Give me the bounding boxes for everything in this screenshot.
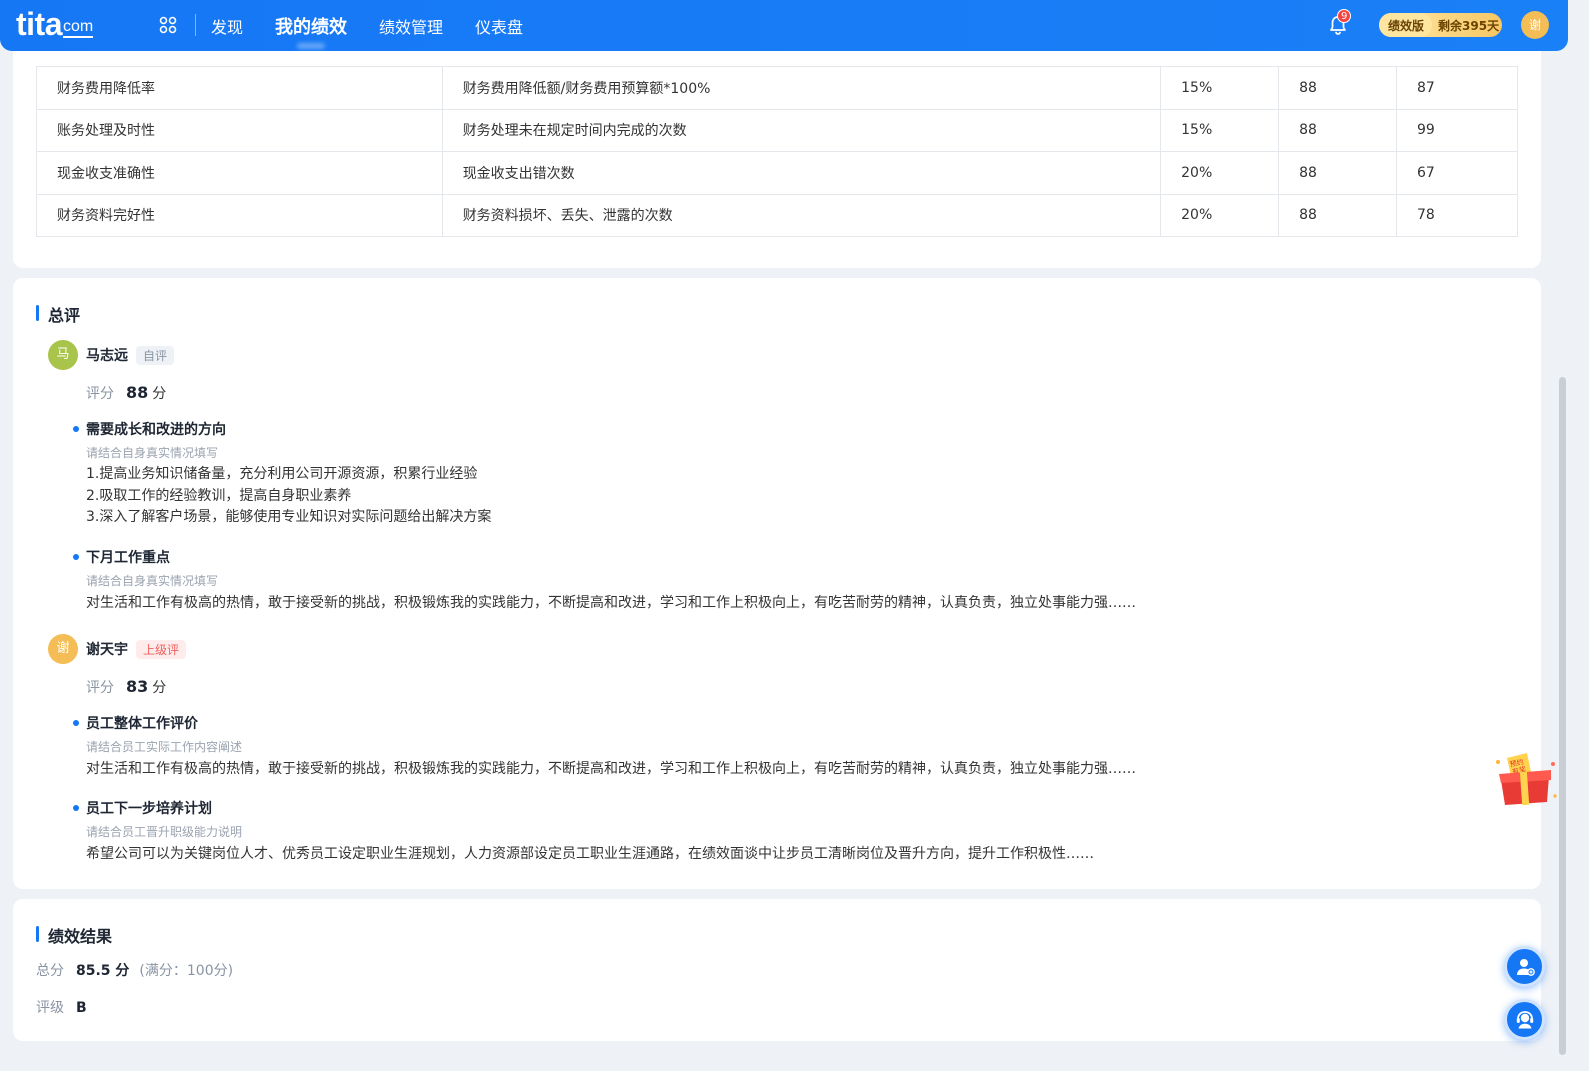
kpi-cell-name: 财务费用降低率 [36, 66, 443, 110]
performance-result-card: 绩效结果 总分 85.5 分 (满分：100分) 评级 B [13, 899, 1541, 1041]
score-label: 评分 [86, 386, 114, 402]
kpi-cell-name: 财务资料完好性 [36, 193, 443, 237]
self-review-tag: 自评 [136, 345, 175, 365]
question-hint: 请结合员工晋升职级能力说明 [86, 825, 243, 839]
grade-value: B [76, 1000, 87, 1016]
tita-logo[interactable]: tita com [16, 6, 94, 42]
kpi-cell-target: 88 [1278, 151, 1398, 195]
answer-line: 1.提高业务知识储备量，充分利用公司开源资源，积累行业经验 [86, 466, 478, 482]
superior-score: 评分 83 分 [86, 677, 166, 697]
table-row: 现金收支准确性 现金收支出错次数 20% 88 67 [36, 151, 1518, 195]
kpi-cell-score: 78 [1396, 193, 1518, 237]
answer-text: 1.提高业务知识储备量，充分利用公司开源资源，积累行业经验 2.吸取工作的经验教… [86, 464, 491, 529]
user-avatar[interactable]: 谢 [1521, 11, 1549, 39]
gift-promo-icon[interactable]: 预约 有奖 [1493, 752, 1559, 808]
overall-review-card: 总评 马 马志远 自评 评分 88 分 需要成长和改进的方向 请结合自身真实情况… [13, 278, 1541, 889]
score-label: 评分 [86, 680, 114, 696]
answer-text: 希望公司可以为关键岗位人才、优秀员工设定职业生涯规划，人力资源部设定员工职业生涯… [86, 846, 1094, 862]
reviewer-name: 马志远 [86, 348, 128, 364]
grade-row: 评级 B [36, 997, 87, 1017]
kpi-cell-weight: 15% [1160, 66, 1280, 110]
kpi-cell-weight: 20% [1160, 193, 1280, 237]
answer-text: 对生活和工作有极高的热情，敢于接受新的挑战，积极锻炼我的实践能力，不断提高和改进… [86, 595, 1136, 611]
superior-reviewer: 谢 谢天宇 上级评 [48, 634, 187, 664]
answer-text: 对生活和工作有极高的热情，敢于接受新的挑战，积极锻炼我的实践能力，不断提高和改进… [86, 761, 1136, 777]
nav-my-performance[interactable]: 我的绩效 [275, 13, 347, 39]
kpi-cell-weight: 20% [1160, 151, 1280, 195]
kpi-cell-score: 67 [1396, 151, 1518, 195]
question-title: 员工整体工作评价 [73, 713, 198, 733]
kpi-cell-formula: 财务费用降低额/财务费用预算额*100% [441, 66, 1162, 110]
kpi-cell-formula: 现金收支出错次数 [441, 151, 1162, 195]
kpi-table-card: 财务费用降低率 财务费用降低额/财务费用预算额*100% 15% 88 87 账务处理及时… [13, 40, 1541, 268]
scrollbar-thumb[interactable] [1559, 377, 1566, 1055]
table-row: 账务处理及时性 财务处理未在规定时间内完成的次数 15% 88 99 [36, 108, 1518, 152]
total-score-label: 总分 [36, 963, 64, 979]
superior-review-tag: 上级评 [136, 639, 187, 659]
kpi-cell-target: 88 [1278, 66, 1398, 110]
total-score-row: 总分 85.5 分 (满分：100分) [36, 960, 233, 980]
remaining-days: 剩余395天 [1438, 18, 1500, 33]
kpi-cell-name: 账务处理及时性 [36, 108, 443, 152]
answer-line: 3.深入了解客户场景，能够使用专业知识对实际问题给出解决方案 [86, 509, 492, 525]
table-row: 财务费用降低率 财务费用降低额/财务费用预算额*100% 15% 88 87 [36, 66, 1518, 110]
version-label: 绩效版 [1379, 13, 1433, 37]
avatar: 谢 [48, 634, 78, 664]
score-value: 83 [126, 677, 149, 696]
apps-grid-icon[interactable] [159, 16, 177, 34]
score-unit: 分 [152, 386, 167, 402]
logo-word: tita [16, 6, 63, 42]
score-unit: 分 [152, 680, 167, 696]
version-pill[interactable]: 绩效版 剩余395天 [1379, 13, 1502, 37]
avatar: 马 [48, 340, 78, 370]
reviewer-name: 谢天宇 [86, 642, 128, 658]
kpi-cell-score: 99 [1396, 108, 1518, 152]
nav-discover[interactable]: 发现 [211, 14, 243, 38]
question-title: 需要成长和改进的方向 [73, 419, 226, 439]
question-hint: 请结合自身真实情况填写 [86, 574, 219, 588]
notification-count-badge: 9 [1337, 9, 1352, 23]
performance-result-title: 绩效结果 [36, 923, 112, 947]
add-contact-button[interactable] [1504, 946, 1545, 987]
main-nav: 发现 我的绩效 绩效管理 仪表盘 [211, 0, 555, 51]
overall-review-title: 总评 [36, 302, 80, 326]
kpi-cell-name: 现金收支准确性 [36, 151, 443, 195]
grade-label: 评级 [36, 1000, 64, 1016]
kpi-cell-formula: 财务处理未在规定时间内完成的次数 [441, 108, 1162, 152]
headset-icon [1516, 1010, 1533, 1028]
nav-performance-management[interactable]: 绩效管理 [379, 14, 443, 38]
logo-suffix: com [63, 18, 94, 38]
kpi-cell-weight: 15% [1160, 108, 1280, 152]
score-value: 88 [126, 383, 149, 402]
customer-service-button[interactable] [1504, 999, 1545, 1040]
user-add-icon [1516, 958, 1535, 976]
total-score-value: 85.5 分 [76, 963, 130, 979]
nav-divider [195, 14, 196, 36]
top-nav-bar: tita com 发现 我的绩效 绩效管理 仪表盘 9 绩效版 剩余395天 谢 [0, 0, 1568, 51]
table-row: 财务资料完好性 财务资料损坏、丢失、泄露的次数 20% 88 78 [36, 193, 1518, 237]
total-score-max: (满分：100分) [139, 963, 234, 979]
question-title: 员工下一步培养计划 [73, 798, 212, 818]
nav-dashboard[interactable]: 仪表盘 [475, 14, 523, 38]
question-hint: 请结合自身真实情况填写 [86, 446, 219, 460]
question-hint: 请结合员工实际工作内容阐述 [86, 740, 243, 754]
kpi-cell-target: 88 [1278, 108, 1398, 152]
kpi-table: 财务费用降低率 财务费用降低额/财务费用预算额*100% 15% 88 87 账务处理及时… [36, 66, 1518, 237]
question-title: 下月工作重点 [73, 547, 170, 567]
kpi-cell-target: 88 [1278, 193, 1398, 237]
self-reviewer: 马 马志远 自评 [48, 340, 175, 370]
answer-line: 2.吸取工作的经验教训，提高自身职业素养 [86, 487, 352, 504]
kpi-cell-formula: 财务资料损坏、丢失、泄露的次数 [441, 193, 1162, 237]
kpi-cell-score: 87 [1396, 66, 1518, 110]
self-score: 评分 88 分 [86, 383, 166, 403]
